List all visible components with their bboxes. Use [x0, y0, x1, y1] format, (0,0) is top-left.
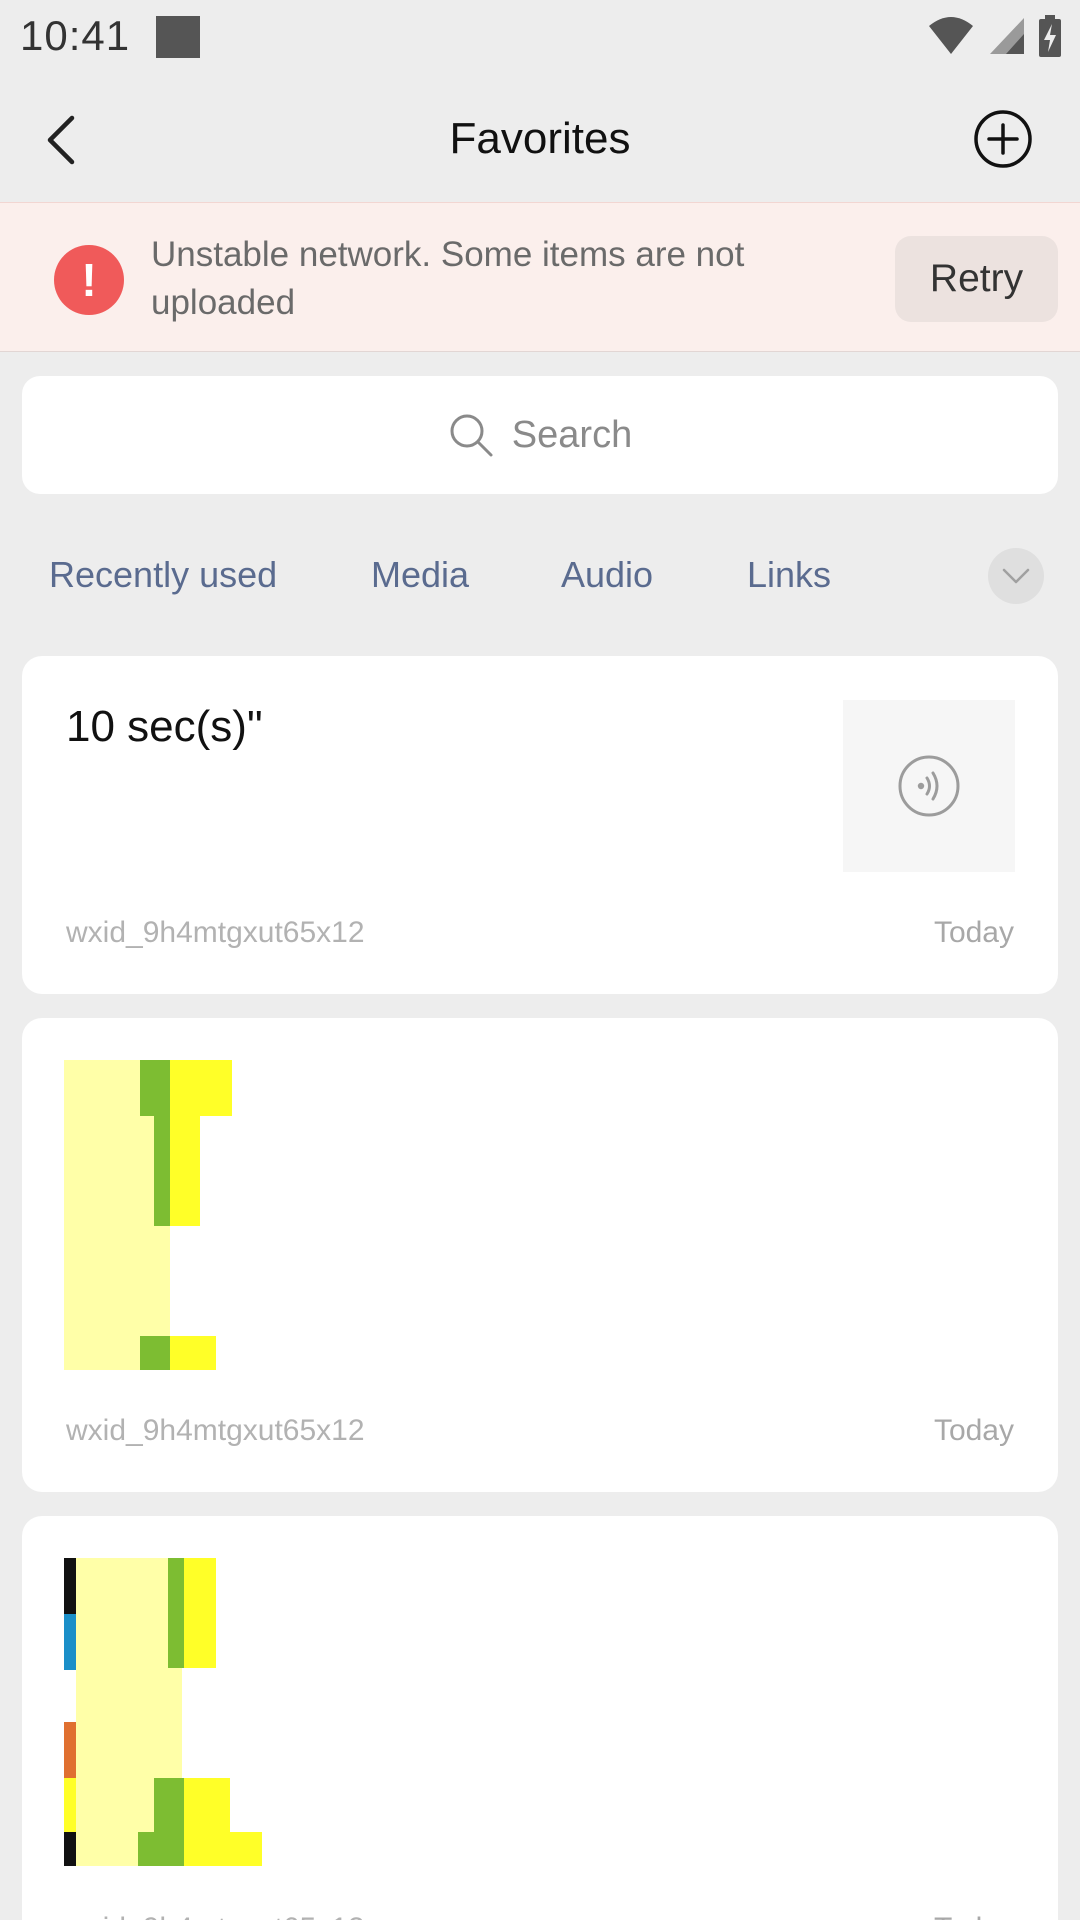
tab-recently-used[interactable]: Recently used: [49, 554, 277, 596]
status-bar: 10:41: [0, 0, 1080, 78]
search-input[interactable]: Search: [22, 376, 1058, 494]
chevron-down-icon: [1002, 568, 1030, 584]
search-icon: [450, 414, 493, 457]
item-date: Today: [933, 916, 1014, 949]
retry-button[interactable]: Retry: [895, 236, 1058, 322]
battery-charging-icon: [1039, 15, 1061, 57]
favorite-item-image[interactable]: wxid_9h4mtgxut65x12 Today: [22, 1018, 1058, 1492]
voice-wave-icon: [898, 755, 960, 817]
item-date: Today: [933, 1414, 1014, 1447]
header-bar: Favorites: [0, 78, 1080, 202]
item-source: wxid_9h4mtgxut65x12: [66, 1912, 365, 1920]
image-thumbnail: [64, 1060, 284, 1370]
status-time: 10:41: [20, 12, 131, 59]
search-placeholder: Search: [511, 413, 633, 456]
status-icons: [928, 14, 1062, 58]
network-warning-banner: ! Unstable network. Some items are not u…: [0, 202, 1080, 352]
image-thumbnail: [64, 1558, 284, 1868]
item-date: Today: [934, 1912, 1014, 1920]
plus-circle-icon: [974, 110, 1032, 168]
favorites-screen: 10:41 Favorites ! Unstable network. Some…: [0, 0, 1080, 1920]
tab-media[interactable]: Media: [371, 554, 469, 596]
alert-icon: !: [54, 245, 124, 315]
filter-tabs: Recently used Media Audio Links: [0, 540, 1080, 614]
add-favorite-button[interactable]: [970, 106, 1036, 172]
notification-icon: [156, 16, 200, 58]
voice-duration: 10 sec(s)": [66, 702, 263, 751]
page-title: Favorites: [449, 114, 631, 163]
item-source: wxid_9h4mtgxut65x12: [66, 916, 365, 949]
voice-thumbnail: [843, 700, 1015, 872]
cellular-signal-icon: [990, 18, 1024, 54]
favorite-item-voice[interactable]: 10 sec(s)" wxid_9h4mtgxut65x12 Today: [22, 656, 1058, 994]
expand-tabs-button[interactable]: [988, 548, 1044, 604]
tab-audio[interactable]: Audio: [561, 554, 653, 596]
item-source: wxid_9h4mtgxut65x12: [66, 1414, 365, 1447]
wifi-icon: [929, 17, 973, 54]
tab-links[interactable]: Links: [747, 554, 831, 596]
favorite-item-image[interactable]: wxid_9h4mtgxut65x12 Today: [22, 1516, 1058, 1920]
banner-message: Unstable network. Some items are not upl…: [151, 235, 745, 322]
